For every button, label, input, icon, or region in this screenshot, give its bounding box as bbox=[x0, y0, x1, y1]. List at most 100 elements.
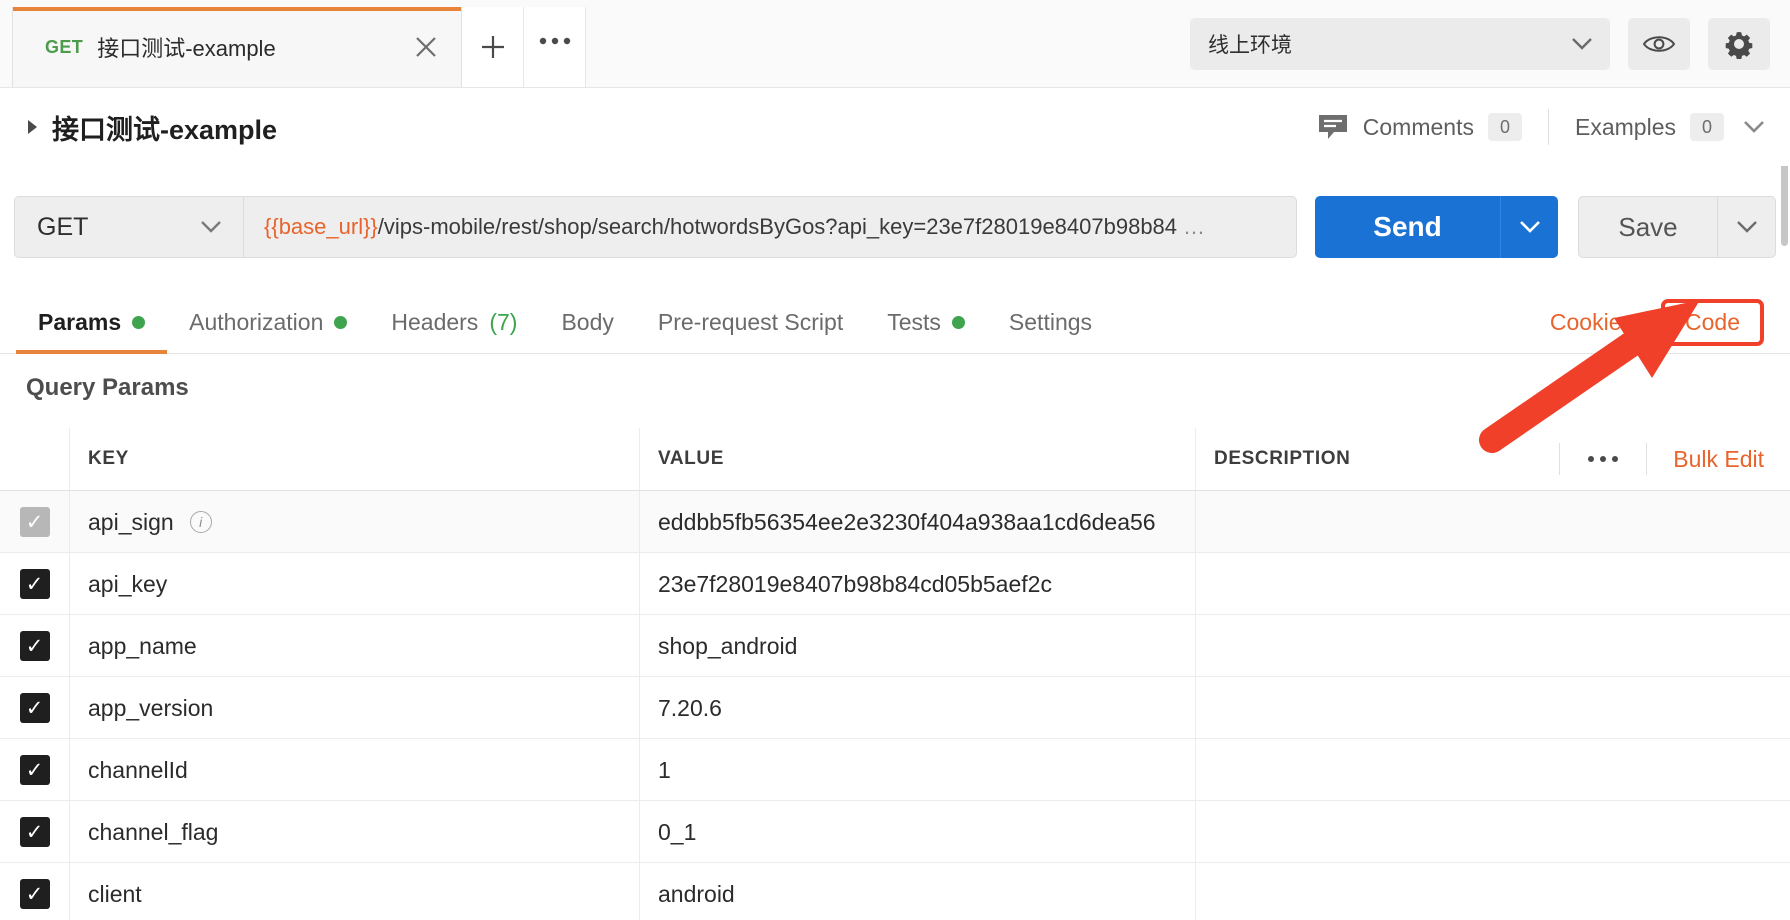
url-input[interactable]: {{base_url}}/vips-mobile/rest/shop/searc… bbox=[244, 196, 1297, 258]
url-variable: {{base_url}} bbox=[264, 214, 378, 239]
table-more-options-button[interactable] bbox=[1560, 454, 1646, 464]
new-tab-button[interactable] bbox=[462, 7, 524, 87]
environment-quick-look-button[interactable] bbox=[1628, 18, 1690, 70]
query-params-heading: Query Params bbox=[26, 374, 189, 401]
tab-pre-request-script-label: Pre-request Script bbox=[657, 309, 844, 335]
row-checkbox[interactable]: ✓ bbox=[19, 755, 50, 785]
tab-settings-label: Settings bbox=[1008, 309, 1093, 335]
save-options-button[interactable] bbox=[1718, 196, 1776, 258]
save-button[interactable]: Save bbox=[1578, 196, 1718, 258]
query-params-table: KEY VALUE DESCRIPTION Bulk Edit ✓ api_si… bbox=[0, 428, 1790, 920]
table-row[interactable]: ✓ channelId 1 bbox=[0, 739, 1790, 801]
row-checkbox[interactable]: ✓ bbox=[19, 507, 50, 537]
tab-strip: GET 接口测试-example bbox=[0, 0, 586, 87]
url-bar: GET {{base_url}}/vips-mobile/rest/shop/s… bbox=[14, 196, 1776, 258]
request-tab-active[interactable]: GET 接口测试-example bbox=[12, 7, 462, 87]
row-value: 0_1 bbox=[658, 818, 697, 845]
comments-button[interactable]: Comments 0 bbox=[1317, 112, 1548, 142]
chevron-down-icon bbox=[1572, 38, 1592, 50]
url-overflow-ellipsis: … bbox=[1183, 214, 1206, 239]
row-checkbox[interactable]: ✓ bbox=[19, 569, 50, 599]
row-key: channelId bbox=[88, 756, 188, 783]
table-row[interactable]: ✓ api_key 23e7f28019e8407b98b84cd05b5aef… bbox=[0, 553, 1790, 615]
status-dot-icon bbox=[132, 316, 146, 329]
row-value: eddbb5fb56354ee2e3230f404a938aa1cd6dea56 bbox=[658, 508, 1156, 535]
bulk-edit-button[interactable]: Bulk Edit bbox=[1647, 446, 1764, 473]
request-title-actions: Comments 0 Examples 0 bbox=[1317, 109, 1764, 145]
info-icon[interactable]: i bbox=[189, 511, 212, 533]
chevron-down-icon bbox=[201, 221, 221, 233]
http-method-value: GET bbox=[37, 212, 89, 241]
tab-tests[interactable]: Tests bbox=[865, 292, 987, 354]
environment-selected-label: 线上环境 bbox=[1208, 34, 1292, 57]
row-key: api_sign bbox=[88, 508, 174, 535]
comment-icon bbox=[1317, 113, 1349, 141]
page-title: 接口测试-example bbox=[52, 114, 278, 145]
row-value: android bbox=[658, 880, 735, 907]
row-checkbox[interactable]: ✓ bbox=[19, 817, 50, 847]
row-key: app_version bbox=[88, 694, 214, 721]
table-row[interactable]: ✓ app_name shop_android bbox=[0, 615, 1790, 677]
header-cell-value: VALUE bbox=[658, 448, 724, 469]
tab-pre-request-script[interactable]: Pre-request Script bbox=[636, 292, 865, 354]
row-key: client bbox=[88, 880, 142, 907]
request-section-tabs: Params Authorization Headers (7) Body Pr… bbox=[0, 292, 1790, 354]
tab-title-label: 接口测试-example bbox=[97, 36, 276, 61]
tab-authorization-label: Authorization bbox=[189, 309, 324, 335]
tab-params[interactable]: Params bbox=[16, 292, 168, 354]
row-key: api_key bbox=[88, 570, 168, 597]
header-cell-description: DESCRIPTION bbox=[1214, 448, 1351, 469]
collapse-arrow-icon[interactable] bbox=[26, 118, 40, 136]
tab-headers-label: Headers bbox=[391, 309, 479, 335]
table-row[interactable]: ✓ app_version 7.20.6 bbox=[0, 677, 1790, 739]
tab-body[interactable]: Body bbox=[539, 292, 635, 354]
code-link[interactable]: Code bbox=[1661, 299, 1764, 346]
row-checkbox[interactable]: ✓ bbox=[19, 693, 50, 723]
table-header-row: KEY VALUE DESCRIPTION Bulk Edit bbox=[0, 428, 1790, 491]
send-options-button[interactable] bbox=[1500, 196, 1558, 258]
table-tools: Bulk Edit bbox=[1559, 443, 1790, 475]
tab-params-label: Params bbox=[38, 309, 122, 335]
tab-body-label: Body bbox=[561, 309, 614, 335]
row-key: app_name bbox=[88, 632, 197, 659]
status-dot-icon bbox=[334, 316, 348, 329]
environment-selector[interactable]: 线上环境 bbox=[1190, 18, 1610, 70]
close-icon[interactable] bbox=[353, 34, 439, 60]
tab-authorization[interactable]: Authorization bbox=[167, 292, 369, 354]
postman-window: GET 接口测试-example 线上环境 接口测试-example Comme… bbox=[0, 0, 1790, 920]
header-cell-key: KEY bbox=[88, 448, 129, 469]
send-button[interactable]: Send bbox=[1315, 196, 1500, 258]
url-path: /vips-mobile/rest/shop/search/hotwordsBy… bbox=[377, 214, 1178, 239]
tab-tests-label: Tests bbox=[887, 309, 941, 335]
settings-button[interactable] bbox=[1708, 18, 1770, 70]
comments-count-badge: 0 bbox=[1487, 112, 1522, 142]
table-row[interactable]: ✓ channel_flag 0_1 bbox=[0, 801, 1790, 863]
status-dot-icon bbox=[951, 316, 965, 329]
tab-headers-count: (7) bbox=[489, 309, 518, 335]
header-cell-checkbox bbox=[0, 428, 70, 490]
send-group: Send bbox=[1315, 196, 1558, 258]
http-method-select[interactable]: GET bbox=[14, 196, 244, 258]
environment-zone: 线上环境 bbox=[1190, 0, 1790, 88]
row-value: 7.20.6 bbox=[658, 694, 722, 721]
comments-label: Comments bbox=[1362, 113, 1474, 140]
examples-label: Examples bbox=[1575, 113, 1676, 140]
tab-more-options-button[interactable] bbox=[524, 7, 586, 87]
table-row[interactable]: ✓ api_sign i eddbb5fb56354ee2e3230f404a9… bbox=[0, 491, 1790, 553]
cookies-link[interactable]: Cookies bbox=[1528, 309, 1655, 336]
examples-count-badge: 0 bbox=[1689, 112, 1724, 142]
tab-headers[interactable]: Headers (7) bbox=[369, 292, 539, 354]
row-checkbox[interactable]: ✓ bbox=[19, 631, 50, 661]
request-title-row: 接口测试-example Comments 0 Examples 0 bbox=[0, 88, 1790, 166]
tab-settings[interactable]: Settings bbox=[987, 292, 1114, 354]
row-key: channel_flag bbox=[88, 818, 219, 845]
row-checkbox[interactable]: ✓ bbox=[19, 879, 50, 909]
chevron-down-icon[interactable] bbox=[1744, 121, 1764, 133]
tab-bar: GET 接口测试-example 线上环境 bbox=[0, 0, 1790, 88]
section-actions: Cookies Code bbox=[1528, 299, 1790, 346]
tab-method-label: GET bbox=[45, 36, 84, 57]
eye-icon bbox=[1642, 33, 1676, 55]
examples-button[interactable]: Examples 0 bbox=[1549, 112, 1764, 142]
table-row[interactable]: ✓ client android bbox=[0, 863, 1790, 920]
row-value: 23e7f28019e8407b98b84cd05b5aef2c bbox=[658, 570, 1052, 597]
